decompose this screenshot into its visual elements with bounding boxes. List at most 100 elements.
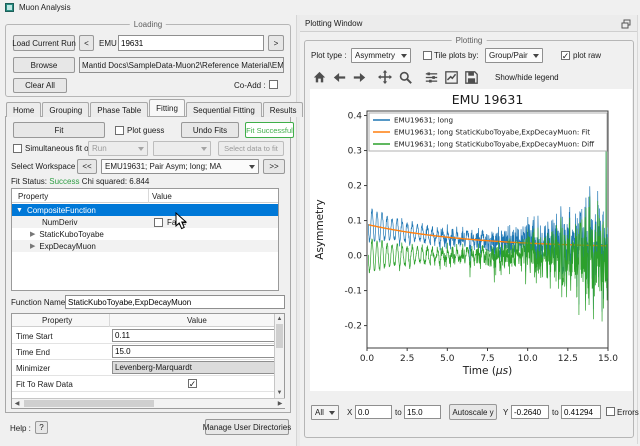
plotting-window: Plotting Window Plotting Plot type : Asy…	[300, 15, 638, 444]
fit-status: Fit Status: Success Chi squared: 6.844	[11, 177, 149, 186]
simultaneous-selection-combo[interactable]	[153, 141, 211, 156]
clear-all-button[interactable]: Clear All	[13, 78, 67, 93]
scroll-left-icon[interactable]: ◀	[13, 400, 21, 408]
y-max-input[interactable]	[561, 405, 601, 419]
tree-row-label: NumDeriv	[42, 218, 78, 227]
numderiv-checkbox[interactable]	[154, 218, 163, 227]
plotting-window-titlebar[interactable]: Plotting Window	[300, 15, 637, 32]
plot-range-bar: All X to Autoscale y Y to Errors	[305, 399, 633, 427]
fit-status-label: Fit Status:	[11, 177, 47, 186]
plot-raw-label: plot raw	[573, 51, 601, 60]
run-prev-button[interactable]: <	[79, 35, 94, 51]
settings-property-label: Time End	[16, 348, 50, 357]
co-add-checkbox[interactable]	[269, 80, 278, 89]
scroll-right-icon[interactable]: ▶	[276, 400, 284, 408]
tree-row-statickubotoyabe[interactable]: ▶ StaticKuboToyabe	[12, 228, 278, 240]
load-current-run-button[interactable]: Load Current Run	[13, 35, 75, 51]
mouse-cursor	[175, 212, 187, 230]
tile-plots-checkbox[interactable]	[423, 51, 432, 60]
tab-fitting[interactable]: Fitting	[149, 99, 185, 116]
settings-row-time-start: Time Start	[12, 328, 274, 344]
x-min-input[interactable]	[355, 405, 392, 419]
fit-button[interactable]: Fit	[13, 122, 105, 138]
errors-checkbox[interactable]	[606, 407, 615, 416]
scroll-up-icon[interactable]: ▲	[275, 315, 284, 323]
pan-icon[interactable]	[375, 69, 395, 85]
function-name-label: Function Name	[11, 298, 65, 307]
tree-row-compositefunction[interactable]: ▼CompositeFunction	[12, 204, 278, 216]
float-window-icon[interactable]	[621, 19, 631, 29]
y-tick-label: 0.3	[348, 147, 362, 157]
settings-property-label: Time Start	[16, 332, 53, 341]
function-name-input[interactable]	[65, 295, 285, 309]
settings-row-minimizer: MinimizerLevenberg-Marquardt	[12, 360, 274, 376]
tree-row-label: StaticKuboToyabe	[39, 230, 104, 239]
customize-plot-icon[interactable]	[441, 69, 461, 85]
collapse-icon[interactable]: ▶	[30, 230, 35, 238]
workspace-next-button[interactable]: >>	[263, 159, 285, 174]
settings-value-select[interactable]: Levenberg-Marquardt	[112, 361, 275, 374]
settings-value-input[interactable]	[112, 345, 275, 358]
tab-bar: HomeGroupingPhase TableFittingSequential…	[6, 99, 304, 117]
settings-value-checkbox[interactable]	[188, 379, 197, 388]
fit-successful-button[interactable]: Fit Successful	[245, 122, 294, 138]
manage-user-directories-button[interactable]: Manage User Directories	[205, 419, 289, 435]
settings-property-label: Fit To Raw Data	[16, 380, 73, 389]
collapse-icon[interactable]: ▶	[30, 242, 35, 250]
plot-raw-checkbox[interactable]	[561, 51, 570, 60]
plot-guess-checkbox[interactable]	[115, 126, 124, 135]
tree-row-numderiv[interactable]: NumDerivFalse	[12, 216, 278, 228]
scroll-down-icon[interactable]: ▼	[275, 389, 284, 397]
save-icon[interactable]	[461, 69, 481, 85]
help-label: Help :	[10, 424, 31, 433]
run-next-button[interactable]: >	[268, 35, 284, 51]
tab-phase-table[interactable]: Phase Table	[90, 102, 148, 117]
simultaneous-by-combo[interactable]: Run	[88, 141, 148, 156]
y-tick-label: -0.2	[344, 322, 362, 332]
axis-scope-combo[interactable]: All	[311, 405, 339, 420]
y-min-input[interactable]	[511, 405, 549, 419]
workspace-combo[interactable]: EMU19631; Pair Asym; long; MA	[101, 159, 259, 174]
home-icon[interactable]	[309, 69, 329, 85]
help-button[interactable]: ?	[35, 421, 48, 434]
undo-fits-button[interactable]: Undo Fits	[181, 122, 239, 138]
workspace-prev-button[interactable]: <<	[77, 159, 97, 174]
muon-analysis-panel: Loading Load Current Run < EMU > Browse …	[0, 15, 296, 446]
browse-button[interactable]: Browse	[13, 57, 75, 73]
tab-results[interactable]: Results	[263, 102, 304, 117]
tile-by-combo[interactable]: Group/Pair	[485, 48, 543, 63]
select-data-to-fit-button[interactable]: Select data to fit	[218, 141, 284, 156]
tree-row-label: ExpDecayMuon	[39, 242, 95, 251]
settings-vscrollbar[interactable]: ▲ ▼	[274, 314, 284, 398]
back-icon[interactable]	[329, 69, 349, 85]
plot-guess-label: Plot guess	[127, 126, 164, 135]
show-hide-legend-button[interactable]: Show/hide legend	[489, 70, 565, 85]
loading-groupbox: Loading Load Current Run < EMU > Browse …	[5, 24, 291, 97]
settings-hscrollbar[interactable]: ◀ ▶	[12, 398, 285, 408]
zoom-icon[interactable]	[395, 69, 415, 85]
settings-value-input[interactable]	[112, 329, 275, 342]
fit-status-value: Success	[49, 177, 79, 186]
tab-home[interactable]: Home	[6, 102, 41, 117]
y-to-label: to	[552, 408, 559, 417]
x-tick-label: 7.5	[480, 354, 494, 364]
tab-sequential-fitting[interactable]: Sequential Fitting	[186, 102, 262, 117]
x-tick-label: 12.5	[558, 354, 578, 364]
subplots-icon[interactable]	[421, 69, 441, 85]
tree-row-expdecaymuon[interactable]: ▶ ExpDecayMuon	[12, 240, 278, 252]
chart-canvas: EMU 196310.02.55.07.510.012.515.0-0.2-0.…	[310, 89, 632, 391]
autoscale-y-button[interactable]: Autoscale y	[449, 404, 497, 420]
tab-grouping[interactable]: Grouping	[42, 102, 89, 117]
simultaneous-checkbox[interactable]	[13, 144, 22, 153]
forward-icon[interactable]	[349, 69, 369, 85]
y-range-label: Y	[503, 408, 508, 417]
co-add-label: Co-Add :	[234, 81, 266, 90]
x-tick-label: 15.0	[598, 354, 618, 364]
file-path-field[interactable]: Mantid Docs\SampleData-Muon2\Reference M…	[79, 57, 284, 73]
plotting-legend: Plotting	[452, 36, 487, 45]
settings-row-fit-to-raw-data: Fit To Raw Data	[12, 376, 274, 392]
expand-icon[interactable]: ▼	[16, 207, 23, 214]
run-number-input[interactable]	[118, 35, 264, 51]
plot-type-combo[interactable]: Asymmetry	[351, 48, 411, 63]
x-max-input[interactable]	[404, 405, 441, 419]
